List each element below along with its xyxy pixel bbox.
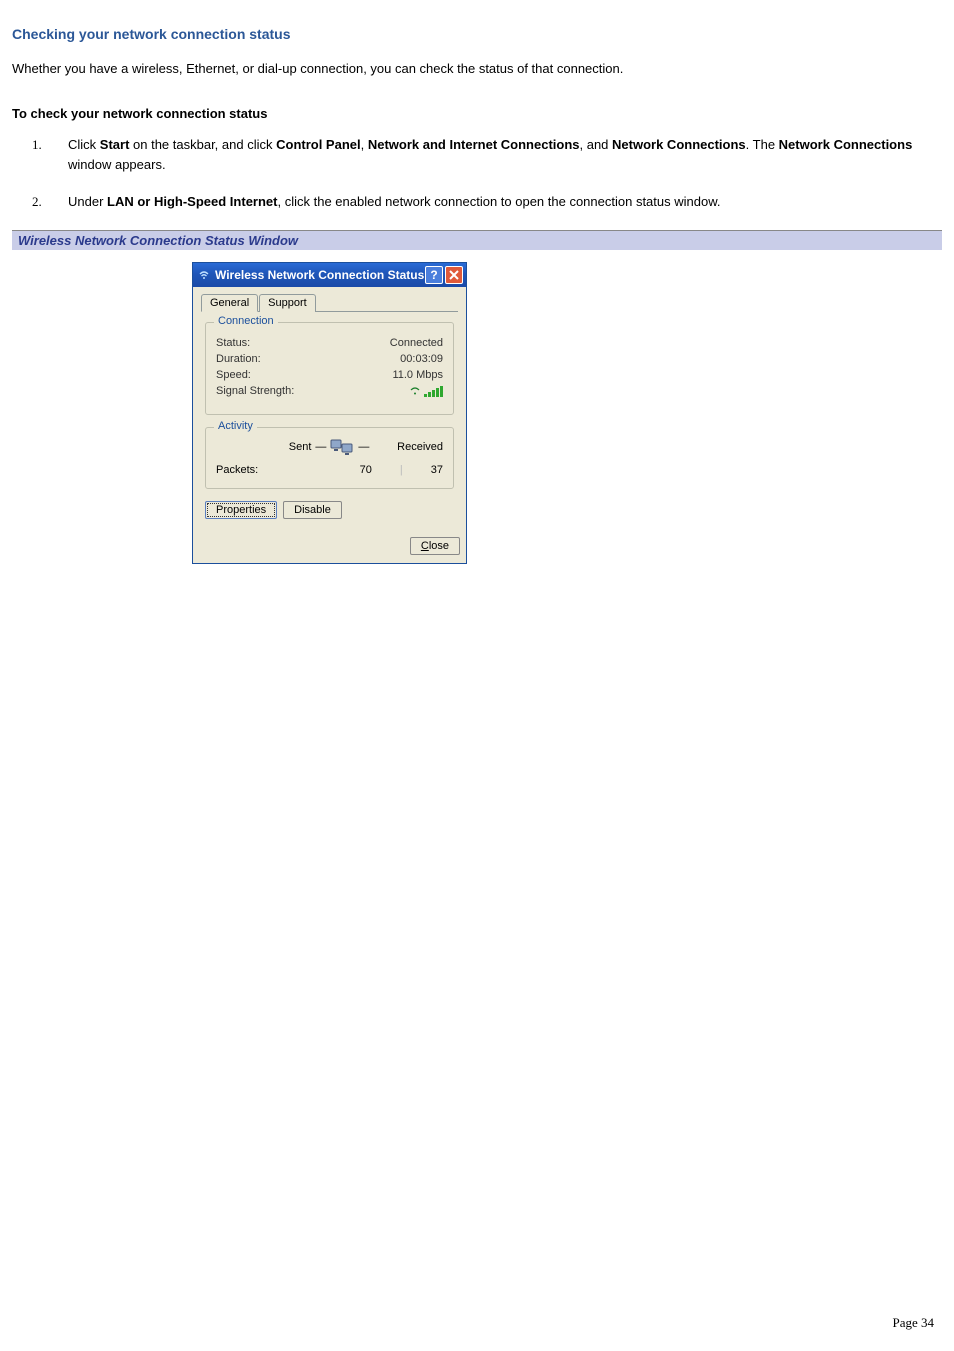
step-1-bold-nc: Network Connections bbox=[612, 137, 746, 152]
step-1-bold-start: Start bbox=[100, 137, 130, 152]
close-mnemonic: C bbox=[421, 540, 429, 552]
dash-left: — bbox=[315, 441, 326, 453]
received-label: Received bbox=[397, 441, 443, 453]
status-value: Connected bbox=[390, 337, 443, 349]
step-1-m3: , and bbox=[580, 137, 613, 152]
packets-separator: | bbox=[400, 464, 403, 476]
duration-value: 00:03:09 bbox=[400, 353, 443, 365]
step-1-bold-cp: Control Panel bbox=[276, 137, 361, 152]
step-1-m4: . The bbox=[746, 137, 779, 152]
dialog-title: Wireless Network Connection Status bbox=[215, 268, 425, 282]
step-1-bold-nc2: Network Connections bbox=[779, 137, 913, 152]
activity-group: Activity Sent — bbox=[205, 427, 454, 489]
connection-group-label: Connection bbox=[214, 315, 278, 327]
step-2-post: , click the enabled network connection t… bbox=[277, 194, 720, 209]
signal-bars-icon bbox=[424, 385, 443, 397]
close-rest: lose bbox=[429, 540, 449, 552]
properties-button[interactable]: Properties bbox=[205, 501, 277, 519]
signal-strength-label: Signal Strength: bbox=[216, 385, 294, 400]
step-1-m5: window appears. bbox=[68, 157, 166, 172]
page-number: Page 34 bbox=[892, 1315, 934, 1331]
tab-strip: General Support bbox=[201, 293, 458, 312]
tab-support[interactable]: Support bbox=[259, 294, 316, 312]
duration-label: Duration: bbox=[216, 353, 261, 365]
signal-strength-value bbox=[409, 385, 443, 400]
step-2-pre: Under bbox=[68, 194, 107, 209]
procedure-heading: To check your network connection status bbox=[12, 106, 942, 121]
packets-received-value: 37 bbox=[431, 464, 443, 476]
activity-group-label: Activity bbox=[214, 420, 257, 432]
procedure-steps: Click Start on the taskbar, and click Co… bbox=[50, 135, 942, 212]
sent-label: Sent bbox=[289, 441, 312, 453]
figure-caption: Wireless Network Connection Status Windo… bbox=[12, 230, 942, 250]
step-1: Click Start on the taskbar, and click Co… bbox=[50, 135, 942, 174]
close-button[interactable]: Close bbox=[410, 537, 460, 555]
packets-label: Packets: bbox=[216, 464, 258, 476]
status-label: Status: bbox=[216, 337, 250, 349]
disable-button[interactable]: Disable bbox=[283, 501, 342, 519]
section-heading: Checking your network connection status bbox=[12, 26, 942, 42]
step-1-text: Click bbox=[68, 137, 100, 152]
step-1-m2: , bbox=[361, 137, 368, 152]
tab-general[interactable]: General bbox=[201, 294, 258, 312]
wireless-small-icon bbox=[409, 388, 424, 400]
speed-label: Speed: bbox=[216, 369, 251, 381]
wireless-icon bbox=[197, 268, 211, 282]
packets-sent-value: 70 bbox=[360, 464, 372, 476]
step-1-m1: on the taskbar, and click bbox=[129, 137, 276, 152]
dialog-titlebar: Wireless Network Connection Status ? bbox=[193, 263, 466, 287]
step-1-bold-nic: Network and Internet Connections bbox=[368, 137, 580, 152]
connection-group: Connection Status: Connected Duration: 0… bbox=[205, 322, 454, 415]
intro-paragraph: Whether you have a wireless, Ethernet, o… bbox=[12, 60, 942, 78]
help-button[interactable]: ? bbox=[425, 266, 443, 284]
connection-status-dialog: Wireless Network Connection Status ? Gen… bbox=[192, 262, 467, 564]
close-icon[interactable] bbox=[445, 266, 463, 284]
step-2-bold-lan: LAN or High-Speed Internet bbox=[107, 194, 277, 209]
activity-monitors-icon bbox=[330, 438, 354, 456]
dash-right: — bbox=[358, 441, 369, 453]
speed-value: 11.0 Mbps bbox=[392, 369, 443, 381]
step-2: Under LAN or High-Speed Internet, click … bbox=[50, 192, 942, 212]
dialog-body: General Support Connection Status: Conne… bbox=[193, 287, 466, 537]
figure-area: Wireless Network Connection Status ? Gen… bbox=[12, 250, 942, 564]
